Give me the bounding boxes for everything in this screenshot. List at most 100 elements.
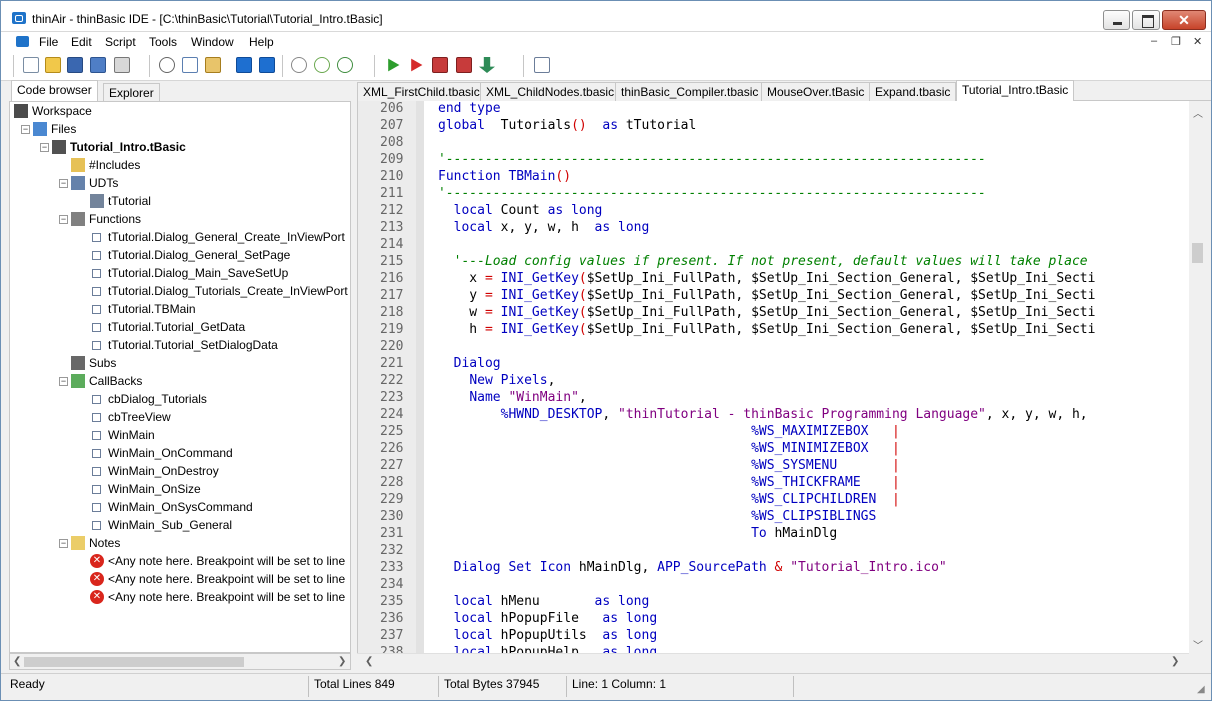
document-icon: [52, 140, 66, 154]
menu-script[interactable]: Script: [105, 35, 136, 49]
scroll-left-icon[interactable]: ❮: [365, 656, 373, 667]
redo-icon[interactable]: [259, 57, 275, 73]
tree-node[interactable]: <Any note here. Breakpoint will be set t…: [108, 552, 345, 570]
tree-node[interactable]: WinMain_OnSysCommand: [108, 498, 253, 516]
tree-expander-icon[interactable]: −: [59, 539, 68, 548]
tree-node[interactable]: WinMain_OnSize: [108, 480, 201, 498]
find-icon[interactable]: [291, 57, 307, 73]
run-icon[interactable]: [388, 58, 400, 72]
fold-margin[interactable]: [416, 101, 424, 653]
minimize-button[interactable]: [1103, 10, 1130, 30]
scroll-thumb[interactable]: [24, 657, 244, 667]
tab-tutorial-intro[interactable]: Tutorial_Intro.tBasic: [956, 80, 1075, 101]
menu-tools[interactable]: Tools: [149, 35, 177, 49]
tab-code-browser[interactable]: Code browser: [11, 80, 98, 101]
tree-expander-icon[interactable]: −: [59, 179, 68, 188]
menu-file[interactable]: File: [39, 35, 58, 49]
find-next-icon[interactable]: [314, 57, 330, 73]
status-cursor-position: Line: 1 Column: 1: [572, 677, 667, 691]
scroll-right-icon[interactable]: ❯: [338, 656, 346, 667]
tree-node[interactable]: tTutorial.Tutorial_SetDialogData: [108, 336, 278, 354]
code-token: hMainDlg,: [571, 560, 658, 575]
tree-node[interactable]: WinMain_Sub_General: [108, 516, 232, 534]
tree-node[interactable]: WinMain_OnCommand: [108, 444, 233, 462]
line-number: 229: [380, 492, 404, 507]
code-token: ,: [547, 373, 556, 388]
tab-expand[interactable]: Expand.tbasic: [869, 82, 957, 101]
title-bar[interactable]: thinAir - thinBasic IDE - [C:\thinBasic\…: [1, 1, 1211, 32]
tree-node[interactable]: Tutorial_Intro.tBasic: [70, 138, 186, 156]
tab-thinbasic-compiler[interactable]: thinBasic_Compiler.tbasic: [615, 82, 765, 101]
save-all-icon[interactable]: [90, 57, 106, 73]
tree-node[interactable]: Subs: [89, 354, 116, 372]
replace-icon[interactable]: [337, 57, 353, 73]
tab-xml-childnodes[interactable]: XML_ChildNodes.tbasic: [480, 82, 621, 101]
tree-node[interactable]: tTutorial.Dialog_General_SetPage: [108, 246, 290, 264]
tree-node[interactable]: <Any note here. Breakpoint will be set t…: [108, 570, 345, 588]
scroll-thumb[interactable]: [1192, 243, 1203, 263]
tree-expander-icon[interactable]: −: [59, 377, 68, 386]
tree-expander-icon[interactable]: −: [40, 143, 49, 152]
tree-node[interactable]: <Any note here. Breakpoint will be set t…: [108, 588, 345, 606]
paste-icon[interactable]: [205, 57, 221, 73]
menu-edit[interactable]: Edit: [71, 35, 92, 49]
scroll-up-icon[interactable]: ︿: [1193, 105, 1203, 120]
code-line: '---------------------------------------…: [438, 151, 986, 168]
copy-icon[interactable]: [182, 57, 198, 73]
tree-node[interactable]: Notes: [89, 534, 120, 552]
tab-mouseover[interactable]: MouseOver.tBasic: [761, 82, 871, 101]
mdi-minimize-button[interactable]: –: [1151, 35, 1157, 47]
properties-icon[interactable]: [534, 57, 550, 73]
tree-node[interactable]: cbDialog_Tutorials: [108, 390, 207, 408]
build-options-icon[interactable]: [456, 57, 472, 73]
code-token: ,: [602, 407, 619, 422]
tree-node[interactable]: CallBacks: [89, 372, 142, 390]
line-number: 228: [380, 475, 404, 490]
tree-node[interactable]: tTutorial: [108, 192, 151, 210]
tree-node[interactable]: Workspace: [32, 102, 92, 120]
mdi-restore-button[interactable]: ❐: [1171, 35, 1181, 48]
tree-node[interactable]: Functions: [89, 210, 141, 228]
editor-horizontal-scrollbar[interactable]: ❮ ❯: [357, 653, 1189, 670]
tree-node[interactable]: tTutorial.Dialog_Tutorials_Create_InView…: [108, 282, 348, 300]
code-editor[interactable]: 206 207 208 209 210 211 212 213 214 215 216 217 218 2…: [357, 101, 1189, 653]
tree-expander-icon[interactable]: −: [21, 125, 30, 134]
undo-icon[interactable]: [236, 57, 252, 73]
menu-help[interactable]: Help: [249, 35, 274, 49]
tree-node[interactable]: tTutorial.Dialog_General_Create_InViewPo…: [108, 228, 345, 246]
tab-explorer[interactable]: Explorer: [103, 83, 160, 101]
print-icon[interactable]: [114, 57, 130, 73]
cut-icon[interactable]: [159, 57, 175, 73]
menu-window[interactable]: Window: [191, 35, 234, 49]
tree-node[interactable]: Files: [51, 120, 76, 138]
tree-node[interactable]: tTutorial.TBMain: [108, 300, 196, 318]
run-debug-icon[interactable]: [411, 58, 423, 72]
tree-node[interactable]: WinMain: [108, 426, 155, 444]
editor-vertical-scrollbar[interactable]: ︿ ﹀: [1189, 101, 1206, 653]
document-menu-icon[interactable]: [16, 36, 29, 47]
scroll-down-icon[interactable]: ﹀: [1193, 637, 1203, 652]
error-icon: ✕: [90, 554, 104, 568]
tree-expander-icon[interactable]: −: [59, 215, 68, 224]
toolbar: [1, 52, 1211, 81]
save-icon[interactable]: [67, 57, 83, 73]
build-icon[interactable]: [432, 57, 448, 73]
open-file-icon[interactable]: [45, 57, 61, 73]
tree-node[interactable]: WinMain_OnDestroy: [108, 462, 219, 480]
tree-node[interactable]: UDTs: [89, 174, 118, 192]
maximize-button[interactable]: [1132, 10, 1160, 30]
tab-xml-firstchild[interactable]: XML_FirstChild.tbasic: [357, 82, 486, 101]
resize-grip-icon[interactable]: ◢: [1197, 684, 1205, 695]
scroll-right-icon[interactable]: ❯: [1171, 656, 1179, 667]
tree-node[interactable]: cbTreeView: [108, 408, 171, 426]
mdi-close-button[interactable]: ✕: [1193, 35, 1202, 48]
tree-node[interactable]: tTutorial.Dialog_Main_SaveSetUp: [108, 264, 288, 282]
close-button[interactable]: ✕: [1162, 10, 1206, 30]
tree-horizontal-scrollbar[interactable]: ❮ ❯: [9, 653, 351, 670]
new-file-icon[interactable]: [23, 57, 39, 73]
step-icon[interactable]: [479, 57, 495, 73]
scroll-left-icon[interactable]: ❮: [13, 656, 21, 667]
tree-node[interactable]: #Includes: [89, 156, 140, 174]
tree-node[interactable]: tTutorial.Tutorial_GetData: [108, 318, 245, 336]
